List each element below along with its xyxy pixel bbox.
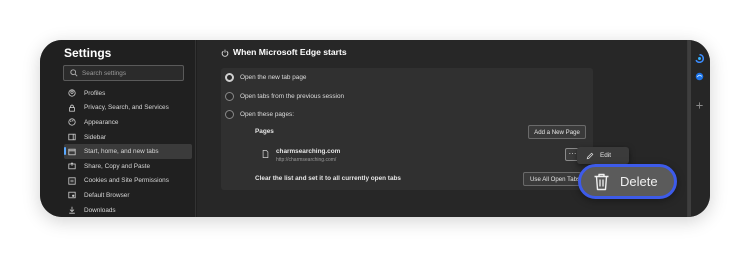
page-url: http://charmsearching.com/	[276, 157, 337, 163]
startup-options-panel: Open the new tab page Open tabs from the…	[221, 68, 593, 190]
sidebar-item-share[interactable]: Share, Copy and Paste	[64, 159, 192, 174]
pages-label: Pages	[255, 128, 274, 135]
radio-button[interactable]	[225, 109, 234, 119]
page-icon	[262, 150, 269, 158]
scrollbar[interactable]	[688, 40, 691, 217]
menu-item-delete[interactable]: Delete	[578, 164, 677, 199]
search-icon	[70, 69, 78, 77]
search-box[interactable]	[63, 65, 184, 81]
option-new-tab-page[interactable]: Open the new tab page	[225, 71, 306, 83]
menu-item-edit[interactable]: Edit	[577, 147, 629, 164]
sidebar-item-label: Downloads	[84, 206, 116, 214]
add-icon[interactable]	[695, 101, 704, 110]
radio-button[interactable]	[225, 72, 234, 82]
section-title: When Microsoft Edge starts	[233, 47, 347, 57]
sidebar-item-sidebar[interactable]: Sidebar	[64, 130, 192, 145]
download-icon	[68, 206, 76, 214]
sidebar-item-label: Privacy, Search, and Services	[84, 104, 169, 112]
option-these-pages[interactable]: Open these pages:	[225, 108, 294, 120]
option-label: Open these pages:	[240, 110, 295, 118]
profile-icon	[68, 89, 76, 97]
edge-icon[interactable]	[695, 72, 704, 81]
sidebar-item-start-home-tabs[interactable]: Start, home, and new tabs	[64, 144, 192, 159]
lock-icon	[68, 104, 76, 112]
cookies-icon	[68, 177, 76, 185]
sidebar-item-label: Start, home, and new tabs	[84, 148, 159, 156]
right-rail	[687, 40, 710, 217]
sidebar-item-default-browser[interactable]: Default Browser	[64, 188, 192, 203]
option-label: Open tabs from the previous session	[240, 92, 345, 100]
menu-item-label: Edit	[600, 152, 612, 159]
power-icon	[221, 49, 229, 57]
radio-button[interactable]	[225, 91, 234, 101]
sidebar-icon	[68, 133, 76, 141]
option-previous-session[interactable]: Open tabs from the previous session	[225, 90, 344, 102]
context-menu: Edit	[577, 147, 629, 164]
home-icon	[68, 148, 76, 156]
delete-label: Delete	[620, 174, 658, 189]
add-new-page-button[interactable]: Add a New Page	[528, 125, 586, 139]
trash-icon	[594, 173, 609, 190]
sidebar-item-cookies[interactable]: Cookies and Site Permissions	[64, 174, 192, 189]
option-label: Open the new tab page	[240, 73, 307, 81]
clear-list-label: Clear the list and set it to all current…	[255, 175, 401, 182]
sidebar-item-label: Default Browser	[84, 191, 130, 199]
use-all-open-tabs-button[interactable]: Use All Open Tabs	[523, 172, 581, 186]
sidebar-item-privacy[interactable]: Privacy, Search, and Services	[64, 101, 192, 116]
page-name: charmsearching.com	[276, 148, 341, 155]
settings-sidebar: Settings Profiles Privacy, Search, and S…	[40, 40, 196, 217]
sidebar-item-label: Profiles	[84, 89, 106, 97]
sidebar-item-appearance[interactable]: Appearance	[64, 115, 192, 130]
sidebar-item-label: Cookies and Site Permissions	[84, 177, 169, 185]
settings-title: Settings	[64, 46, 112, 60]
copilot-icon[interactable]	[695, 54, 704, 63]
sidebar-item-label: Sidebar	[84, 133, 107, 141]
pencil-icon	[586, 152, 594, 159]
settings-nav: Profiles Privacy, Search, and Services A…	[64, 86, 192, 217]
sidebar-item-label: Appearance	[84, 118, 119, 126]
browser-icon	[68, 191, 76, 199]
sidebar-item-label: Share, Copy and Paste	[84, 162, 151, 170]
share-icon	[68, 162, 76, 170]
search-input[interactable]	[82, 68, 180, 79]
sidebar-item-profiles[interactable]: Profiles	[64, 86, 192, 101]
sidebar-item-downloads[interactable]: Downloads	[64, 203, 192, 217]
appearance-icon	[68, 118, 76, 127]
